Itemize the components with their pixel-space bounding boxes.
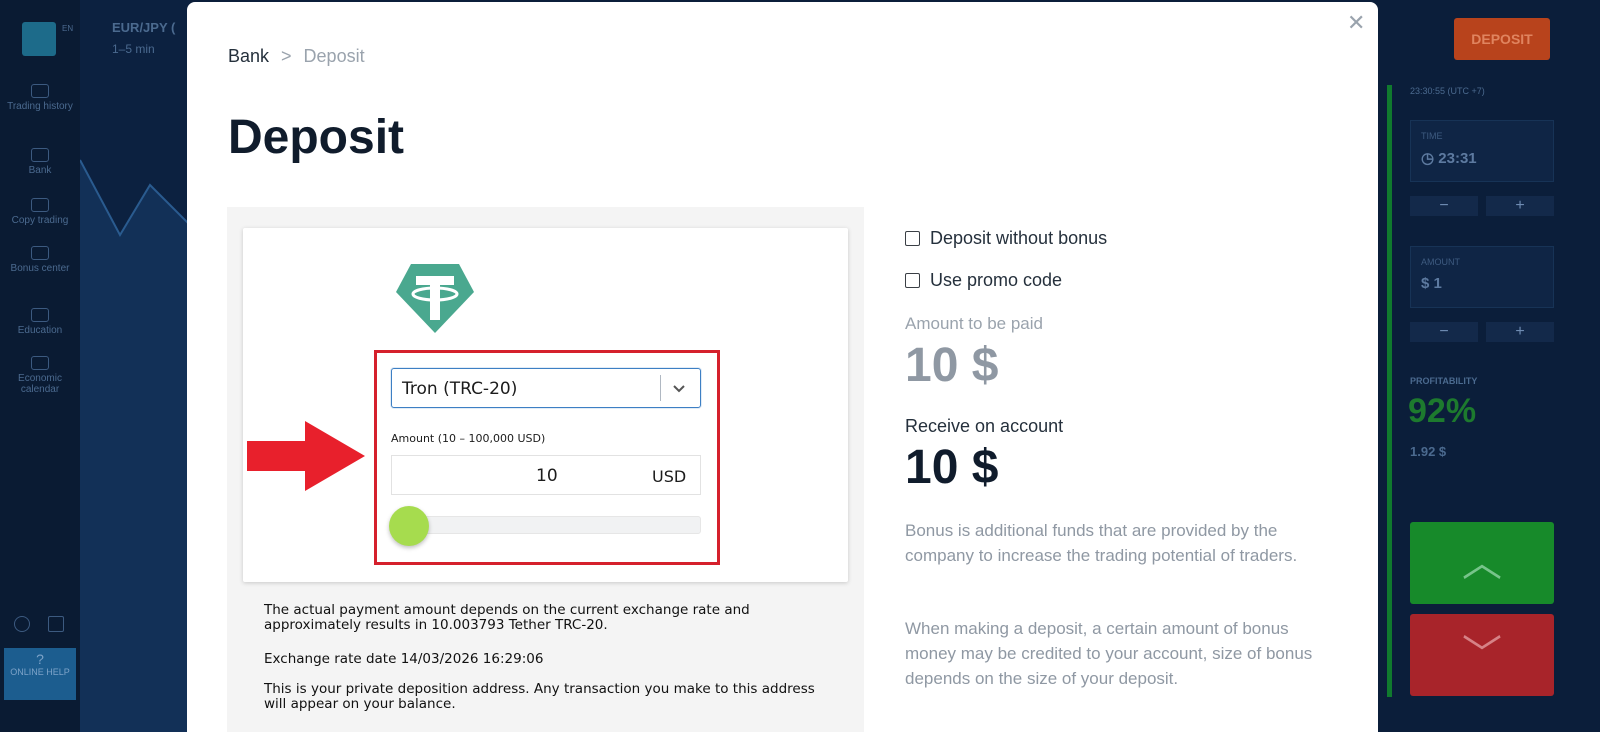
time-field[interactable]: TIME ◷ 23:31 xyxy=(1410,120,1554,182)
breadcrumb-current: Deposit xyxy=(303,46,365,66)
bank-icon xyxy=(31,148,49,162)
exchange-rate-note: The actual payment amount depends on the… xyxy=(264,602,750,633)
amount-to-pay-value: 10 $ xyxy=(905,339,999,392)
settings-icon[interactable] xyxy=(14,616,30,632)
chart-area-graphic xyxy=(80,159,190,732)
profitability-value: 92% xyxy=(1408,392,1477,430)
red-arrow-icon xyxy=(247,421,365,491)
payment-card: Tron (TRC-20) Amount (10 – 100,000 USD) … xyxy=(243,228,848,582)
deposit-address-note: This is your private deposition address.… xyxy=(264,681,815,712)
amount-decrease-button[interactable]: − xyxy=(1410,322,1478,342)
app-logo[interactable] xyxy=(22,22,56,56)
bonus-description: Bonus is additional funds that are provi… xyxy=(905,521,1298,565)
sidebar-item-education[interactable]: Education xyxy=(0,308,80,336)
promo-code-checkbox[interactable]: Use promo code xyxy=(905,270,1062,291)
receive-label: Receive on account xyxy=(905,416,1064,436)
deposit-without-bonus-checkbox[interactable]: Deposit without bonus xyxy=(905,228,1107,249)
sidebar-item-label: Bank xyxy=(28,165,52,176)
online-help-button[interactable]: ? ONLINE HELP xyxy=(4,648,76,700)
receive-value: 10 $ xyxy=(905,441,999,494)
sidebar-item-bank[interactable]: Bank xyxy=(0,148,80,176)
network-selected-value: Tron (TRC-20) xyxy=(402,379,518,399)
sidebar-item-label: Copy trading xyxy=(11,215,69,226)
sidebar-item-trading-history[interactable]: Trading history xyxy=(0,84,80,112)
close-icon[interactable]: ✕ xyxy=(1347,10,1365,36)
amount-field[interactable]: AMOUNT $ 1 xyxy=(1410,246,1554,308)
time-value-text: 23:31 xyxy=(1438,150,1477,167)
checkbox-label: Deposit without bonus xyxy=(930,228,1108,248)
amount-value: $ 1 xyxy=(1421,275,1442,292)
sell-down-button[interactable]: ﹀ xyxy=(1410,614,1554,696)
sidebar-item-copy-trading[interactable]: Copy trading xyxy=(0,198,80,226)
gift-icon xyxy=(31,246,49,260)
breadcrumb: Bank > Deposit xyxy=(228,46,365,67)
history-icon xyxy=(31,84,49,98)
profitability-label: PROFITABILITY xyxy=(1410,376,1478,386)
amount-input[interactable]: 10 USD xyxy=(391,455,701,495)
page-title: Deposit xyxy=(228,111,405,164)
sidebar-item-economic-calendar[interactable]: Economic calendar xyxy=(0,356,80,395)
price-chart: EUR/JPY ( 1–5 min xyxy=(80,0,190,732)
breadcrumb-separator: > xyxy=(281,46,292,66)
sidebar-item-label: Bonus center xyxy=(10,263,70,274)
amount-to-pay-label: Amount to be paid xyxy=(905,314,1043,333)
highlight-box: Tron (TRC-20) Amount (10 – 100,000 USD) … xyxy=(374,350,720,565)
asset-pair[interactable]: EUR/JPY ( xyxy=(112,20,175,35)
network-select[interactable]: Tron (TRC-20) xyxy=(391,368,701,408)
sidebar-item-label: Education xyxy=(17,325,63,336)
price-indicator-bar xyxy=(1387,85,1392,697)
app-sidebar: EN Trading history Bank Copy trading Bon… xyxy=(0,0,80,732)
time-increase-button[interactable]: + xyxy=(1486,196,1554,216)
deposit-modal: ✕ Bank > Deposit Deposit Tron (TRC-20) A… xyxy=(187,2,1378,732)
amount-range-label: Amount (10 – 100,000 USD) xyxy=(391,432,546,445)
amount-label: AMOUNT xyxy=(1421,257,1460,267)
education-icon xyxy=(31,308,49,322)
tether-logo-icon xyxy=(396,264,474,333)
buy-up-button[interactable]: ︿ xyxy=(1410,522,1554,604)
select-divider xyxy=(660,375,661,401)
checkbox-box[interactable] xyxy=(905,231,920,246)
server-clock: 23:30:55 (UTC +7) xyxy=(1410,86,1485,96)
header-deposit-button[interactable]: DEPOSIT xyxy=(1454,18,1550,60)
sidebar-item-label: Trading history xyxy=(7,101,73,112)
language-tag[interactable]: EN xyxy=(62,24,73,33)
profit-amount: 1.92 $ xyxy=(1410,444,1447,459)
copy-icon xyxy=(31,198,49,212)
exchange-rate-date: Exchange rate date 14/03/2026 16:29:06 xyxy=(264,651,544,667)
chevron-down-icon[interactable] xyxy=(672,377,686,401)
calendar-icon xyxy=(31,356,49,370)
time-decrease-button[interactable]: − xyxy=(1410,196,1478,216)
chevron-down-icon: ﹀ xyxy=(1462,633,1502,677)
amount-increase-button[interactable]: + xyxy=(1486,322,1554,342)
amount-currency: USD xyxy=(652,467,687,486)
online-help-label: ONLINE HELP xyxy=(10,667,70,677)
checkbox-box[interactable] xyxy=(905,273,920,288)
checkbox-label: Use promo code xyxy=(930,270,1063,290)
sidebar-item-bonus-center[interactable]: Bonus center xyxy=(0,246,80,274)
payment-panel: Tron (TRC-20) Amount (10 – 100,000 USD) … xyxy=(227,207,864,732)
time-value: ◷ 23:31 xyxy=(1421,150,1477,167)
question-icon: ? xyxy=(36,651,44,667)
breadcrumb-bank[interactable]: Bank xyxy=(228,46,269,66)
time-label: TIME xyxy=(1421,131,1443,141)
asset-timeframe: 1–5 min xyxy=(112,42,155,56)
amount-input-value: 10 xyxy=(536,466,558,486)
sound-icon[interactable] xyxy=(48,616,64,632)
sidebar-item-label: Economic calendar xyxy=(18,373,62,395)
amount-slider-track[interactable] xyxy=(391,516,701,534)
chevron-up-icon: ︿ xyxy=(1462,541,1502,585)
bonus-deposit-note: When making a deposit, a certain amount … xyxy=(905,619,1313,688)
amount-slider-thumb[interactable] xyxy=(389,506,429,546)
